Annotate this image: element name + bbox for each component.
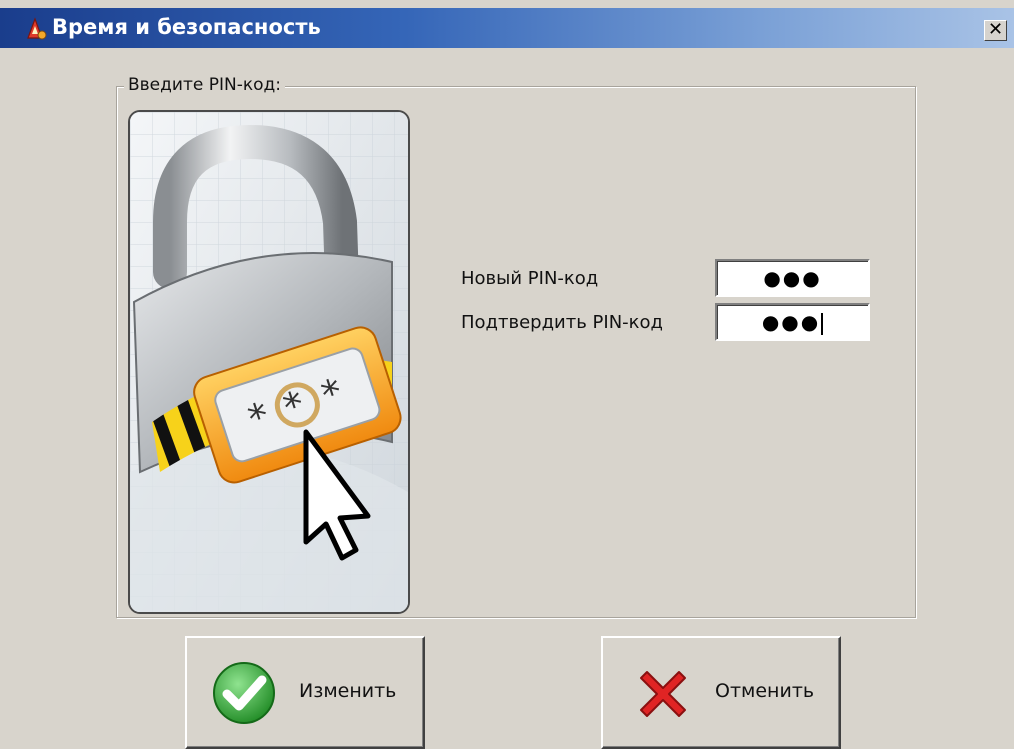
- window-title: Время и безопасность: [52, 15, 321, 39]
- cross-icon: [640, 671, 686, 717]
- padlock-illustration: * * *: [128, 110, 410, 614]
- padlock-icon: * * *: [130, 112, 408, 612]
- group-legend: Введите PIN-код:: [124, 75, 285, 95]
- checkmark-icon: [213, 662, 275, 724]
- cancel-button-label: Отменить: [715, 680, 815, 702]
- text-caret: [821, 312, 824, 335]
- confirm-pin-field[interactable]: ●●●: [715, 303, 870, 341]
- close-icon: ✕: [987, 19, 1004, 40]
- app-icon: [27, 17, 47, 40]
- title-bar[interactable]: Время и безопасность ✕: [0, 8, 1014, 48]
- confirm-pin-label: Подтвердить PIN-код: [461, 312, 663, 333]
- change-button-label: Изменить: [299, 680, 397, 702]
- close-button[interactable]: ✕: [984, 20, 1007, 41]
- change-button[interactable]: Изменить: [185, 636, 425, 749]
- cancel-button[interactable]: Отменить: [601, 636, 841, 749]
- confirm-pin-value: ●●●: [761, 310, 821, 334]
- new-pin-value: ●●●: [763, 266, 822, 290]
- new-pin-field[interactable]: ●●●: [715, 259, 870, 297]
- new-pin-label: Новый PIN-код: [461, 268, 599, 289]
